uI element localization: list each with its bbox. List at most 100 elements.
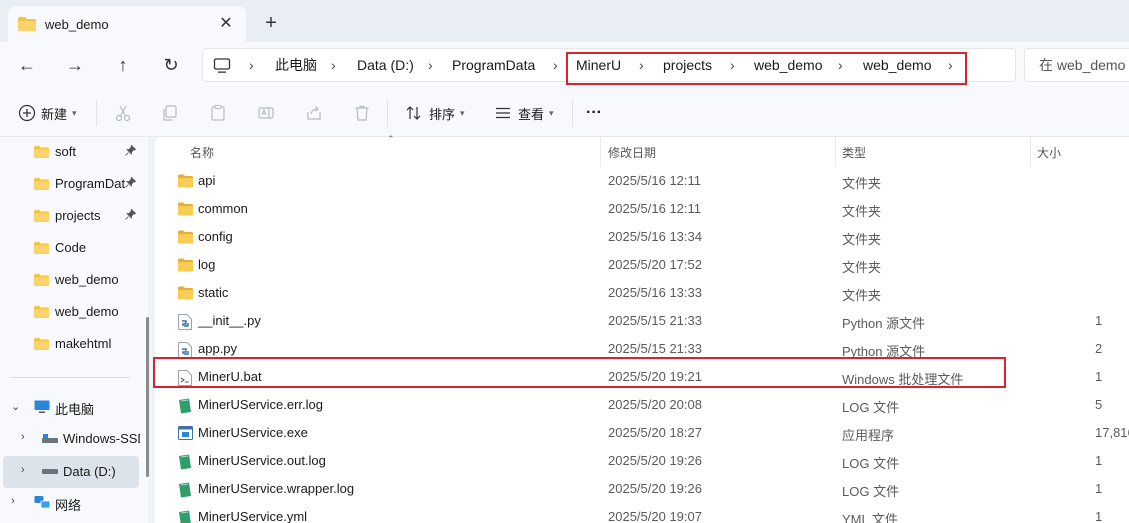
sidebar-scrollbar[interactable] — [146, 317, 149, 477]
sidebar-item-soft[interactable]: soft — [0, 137, 148, 167]
chevron-right-icon: › — [21, 464, 25, 476]
file-type: LOG 文件 — [842, 456, 900, 471]
log-file-icon — [178, 454, 193, 470]
new-button[interactable]: 新建 ▾ — [16, 98, 77, 128]
tab-web-demo[interactable]: web_demo ✕ — [8, 6, 246, 42]
sort-button[interactable]: 排序 ▾ — [403, 98, 465, 128]
sidebar-item-windows-ssd[interactable]: › Windows-SSD — [0, 424, 148, 454]
file-date: 2025/5/20 19:26 — [608, 481, 702, 496]
more-options-button[interactable]: ··· — [586, 98, 602, 128]
column-divider[interactable] — [835, 137, 836, 167]
table-row[interactable]: config 2025/5/16 13:34 文件夹 — [155, 223, 1129, 251]
folder-icon — [178, 174, 193, 188]
sidebar-item-label: web_demo — [55, 272, 119, 287]
new-tab-button[interactable]: + — [260, 12, 282, 34]
folder-icon — [34, 242, 49, 254]
table-row[interactable]: api 2025/5/16 12:11 文件夹 — [155, 167, 1129, 195]
breadcrumb-programdata[interactable]: ProgramData — [452, 49, 535, 83]
pin-icon — [125, 176, 137, 191]
table-row[interactable]: MinerUService.exe 2025/5/20 18:27 应用程序 17,8… — [155, 419, 1129, 447]
column-divider[interactable] — [600, 137, 601, 167]
view-list-icon — [492, 102, 514, 124]
chevron-right-icon: › — [11, 495, 15, 507]
file-date: 2025/5/20 17:52 — [608, 257, 702, 272]
table-row[interactable]: static 2025/5/16 13:33 文件夹 — [155, 279, 1129, 307]
cut-button[interactable] — [112, 98, 134, 128]
file-name: app.py — [198, 341, 238, 356]
tab-title: web_demo — [45, 16, 109, 32]
plus-circle-icon — [16, 102, 38, 124]
column-header-date[interactable]: 修改日期 — [608, 141, 656, 165]
file-name: MinerUService.exe — [198, 425, 308, 440]
folder-icon — [34, 146, 49, 158]
breadcrumb-this-pc[interactable]: 此电脑 — [275, 49, 317, 83]
sidebar-item-web-demo-2[interactable]: web_demo — [0, 297, 148, 327]
rename-button[interactable] — [255, 98, 277, 128]
back-button[interactable]: ← — [13, 51, 41, 79]
toolbar-divider — [96, 100, 97, 126]
paste-button[interactable] — [207, 98, 229, 128]
sidebar-item-data-drive[interactable]: › Data (D:) — [0, 457, 148, 487]
file-date: 2025/5/16 13:33 — [608, 285, 702, 300]
sidebar-item-makehtml[interactable]: makehtml — [0, 329, 148, 359]
chevron-down-icon: ▾ — [549, 107, 554, 118]
table-row[interactable]: MinerUService.yml 2025/5/20 19:07 YML 文件 1 — [155, 503, 1129, 523]
table-row[interactable]: MinerUService.wrapper.log 2025/5/20 19:26… — [155, 475, 1129, 503]
folder-icon — [34, 306, 49, 318]
chevron-right-icon: › — [553, 57, 558, 73]
toolbar-divider — [572, 100, 573, 126]
view-button[interactable]: 查看 ▾ — [492, 98, 554, 128]
folder-icon — [178, 202, 193, 216]
folder-icon — [178, 230, 193, 244]
sidebar-item-code[interactable]: Code — [0, 233, 148, 263]
file-date: 2025/5/15 21:33 — [608, 313, 702, 328]
computer-icon — [213, 58, 231, 73]
navigation-bar: ← → ↑ ↻ › 此电脑 › Data (D:) › ProgramData … — [0, 42, 1129, 88]
table-row[interactable]: __init__.py 2025/5/15 21:33 Python 源文件 1 — [155, 307, 1129, 335]
file-type: Python 源文件 — [842, 316, 926, 331]
up-button[interactable]: ↑ — [109, 51, 137, 79]
table-row[interactable]: MinerUService.err.log 2025/5/20 20:08 LOG … — [155, 391, 1129, 419]
command-bar: 新建 ▾ 排序 ▾ 查看 ▾ ··· — [0, 88, 1129, 137]
file-name: __init__.py — [198, 313, 261, 328]
delete-button[interactable] — [351, 98, 373, 128]
navigation-pane: soft ProgramData projects Code web_demo … — [0, 137, 149, 523]
breadcrumb-data-drive[interactable]: Data (D:) — [357, 49, 414, 83]
sidebar-item-projects[interactable]: projects — [0, 201, 148, 231]
forward-button[interactable]: → — [61, 51, 89, 79]
column-header-size[interactable]: 大小 — [1037, 141, 1061, 165]
copy-button[interactable] — [159, 98, 181, 128]
column-divider[interactable] — [1030, 137, 1031, 167]
column-header-type[interactable]: 类型 — [842, 141, 866, 165]
trash-icon — [351, 102, 373, 124]
chevron-right-icon: › — [249, 57, 254, 73]
file-name: MinerUService.out.log — [198, 453, 326, 468]
table-row[interactable]: MinerUService.out.log 2025/5/20 19:26 LOG … — [155, 447, 1129, 475]
file-name: common — [198, 201, 248, 216]
folder-icon — [34, 338, 49, 350]
sidebar-item-network[interactable]: › 网络 — [0, 488, 148, 518]
file-date: 2025/5/16 13:34 — [608, 229, 702, 244]
sidebar-item-this-pc[interactable]: ⌄ 此电脑 — [0, 392, 148, 422]
share-button[interactable] — [303, 98, 325, 128]
file-size: 1 — [1095, 369, 1103, 384]
sidebar-item-web-demo[interactable]: web_demo — [0, 265, 148, 295]
drive-icon — [42, 469, 58, 474]
sidebar-item-programdata[interactable]: ProgramData — [0, 169, 148, 199]
table-row[interactable]: log 2025/5/20 17:52 文件夹 — [155, 251, 1129, 279]
arrow-right-icon: → — [66, 54, 84, 75]
column-header-name[interactable]: 名称 — [190, 141, 214, 165]
file-size: 2 — [1095, 341, 1103, 356]
file-type: 文件夹 — [842, 232, 882, 247]
pin-icon — [125, 144, 137, 159]
close-icon[interactable]: ✕ — [216, 14, 236, 34]
table-row[interactable]: common 2025/5/16 12:11 文件夹 — [155, 195, 1129, 223]
file-type: LOG 文件 — [842, 484, 900, 499]
search-input[interactable]: 在 web_demo — [1024, 48, 1129, 82]
file-type: 文件夹 — [842, 204, 882, 219]
folder-icon — [178, 258, 193, 272]
folder-icon — [34, 178, 49, 190]
chevron-right-icon: › — [21, 431, 25, 443]
refresh-button[interactable]: ↻ — [157, 51, 185, 79]
file-size: 17,816 — [1095, 425, 1129, 440]
